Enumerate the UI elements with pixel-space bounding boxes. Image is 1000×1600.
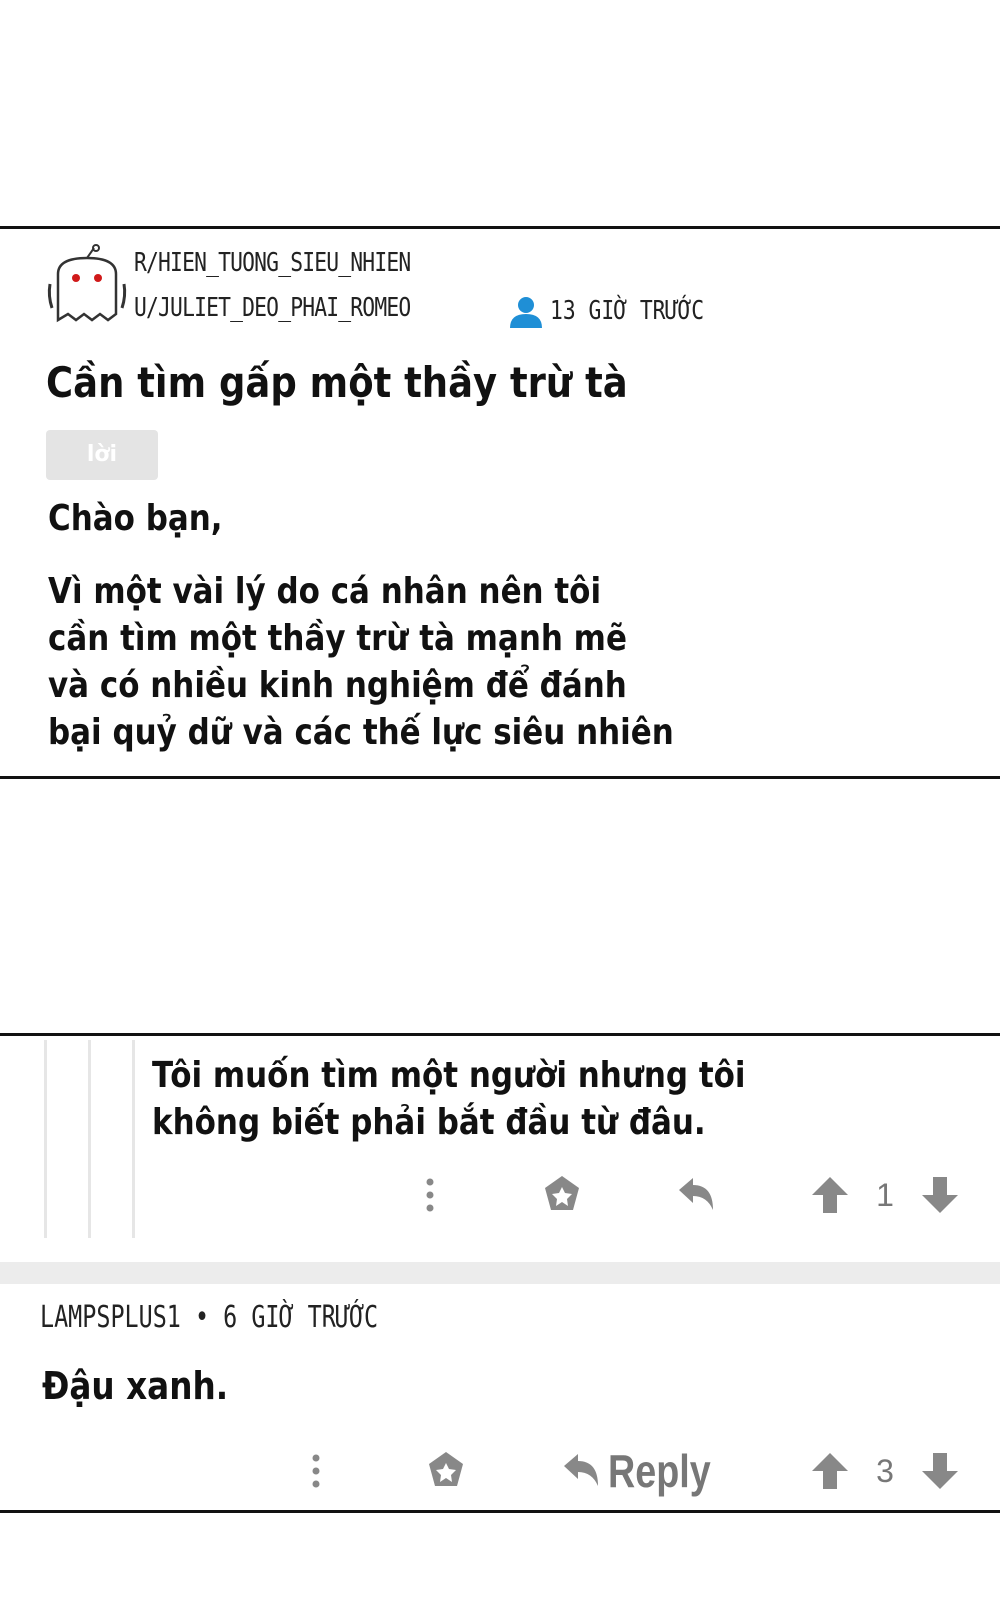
reply-button[interactable]: Reply <box>560 1445 730 1497</box>
comment-actions: 1 <box>0 1170 1000 1220</box>
comment-separator <box>0 1262 1000 1284</box>
more-vertical-icon[interactable] <box>296 1446 336 1496</box>
comment-meta: LAMPSPLUS1 • 6 GIỜ TRƯỚC <box>40 1300 378 1335</box>
post-body-line: bại quỷ dữ và các thế lực siêu nhiên <box>48 712 674 753</box>
snoo-avatar-icon[interactable] <box>46 244 128 332</box>
reply-icon <box>560 1452 602 1490</box>
post-body: Chào bạn, Vì một vài lý do cá nhân nên t… <box>48 495 674 756</box>
upvote-icon[interactable] <box>808 1446 852 1496</box>
meta-separator: • <box>194 1300 210 1335</box>
post-body-line: và có nhiều kinh nghiệm để đánh <box>48 665 627 706</box>
post-flair[interactable]: lời khuyên <box>46 430 158 517</box>
bottom-divider <box>0 1510 1000 1513</box>
post-bottom-divider <box>0 776 1000 779</box>
award-icon[interactable] <box>422 1446 470 1496</box>
upvote-icon[interactable] <box>808 1170 852 1220</box>
vote-count: 3 <box>876 1452 894 1489</box>
downvote-icon[interactable] <box>918 1170 962 1220</box>
reply-label: Reply <box>608 1445 711 1497</box>
comment-body: Tôi muốn tìm một người nhưng tôi không b… <box>152 1052 746 1146</box>
person-icon <box>508 294 544 330</box>
top-divider <box>0 226 1000 229</box>
post-body-line: Vì một vài lý do cá nhân nên tôi <box>48 571 602 612</box>
comment-author[interactable]: LAMPSPLUS1 <box>40 1300 181 1335</box>
comment-actions: Reply 3 <box>0 1445 1000 1497</box>
comment-line: không biết phải bắt đầu từ đâu. <box>152 1102 706 1143</box>
subreddit-link[interactable]: R/HIEN_TUONG_SIEU_NHIEN <box>134 248 411 278</box>
comment-timestamp: 6 GIỜ TRƯỚC <box>223 1300 379 1335</box>
vote-count: 1 <box>876 1176 894 1213</box>
post-timestamp: 13 GIỜ TRƯỚC <box>550 296 705 326</box>
post-greeting: Chào bạn, <box>48 498 223 539</box>
downvote-icon[interactable] <box>918 1446 962 1496</box>
reply-icon[interactable] <box>672 1170 720 1220</box>
comment-body: Đậu xanh. <box>42 1364 229 1408</box>
post-body-line: cần tìm một thầy trừ tà mạnh mẽ <box>48 618 627 659</box>
username-link[interactable]: U/JULIET_DEO_PHAI_ROMEO <box>134 293 411 323</box>
post-title[interactable]: Cần tìm gấp một thầy trừ tà <box>46 358 628 407</box>
comment-top-divider <box>0 1033 1000 1036</box>
more-vertical-icon[interactable] <box>410 1170 450 1220</box>
comment-line: Tôi muốn tìm một người nhưng tôi <box>152 1055 746 1096</box>
award-icon[interactable] <box>538 1170 586 1220</box>
